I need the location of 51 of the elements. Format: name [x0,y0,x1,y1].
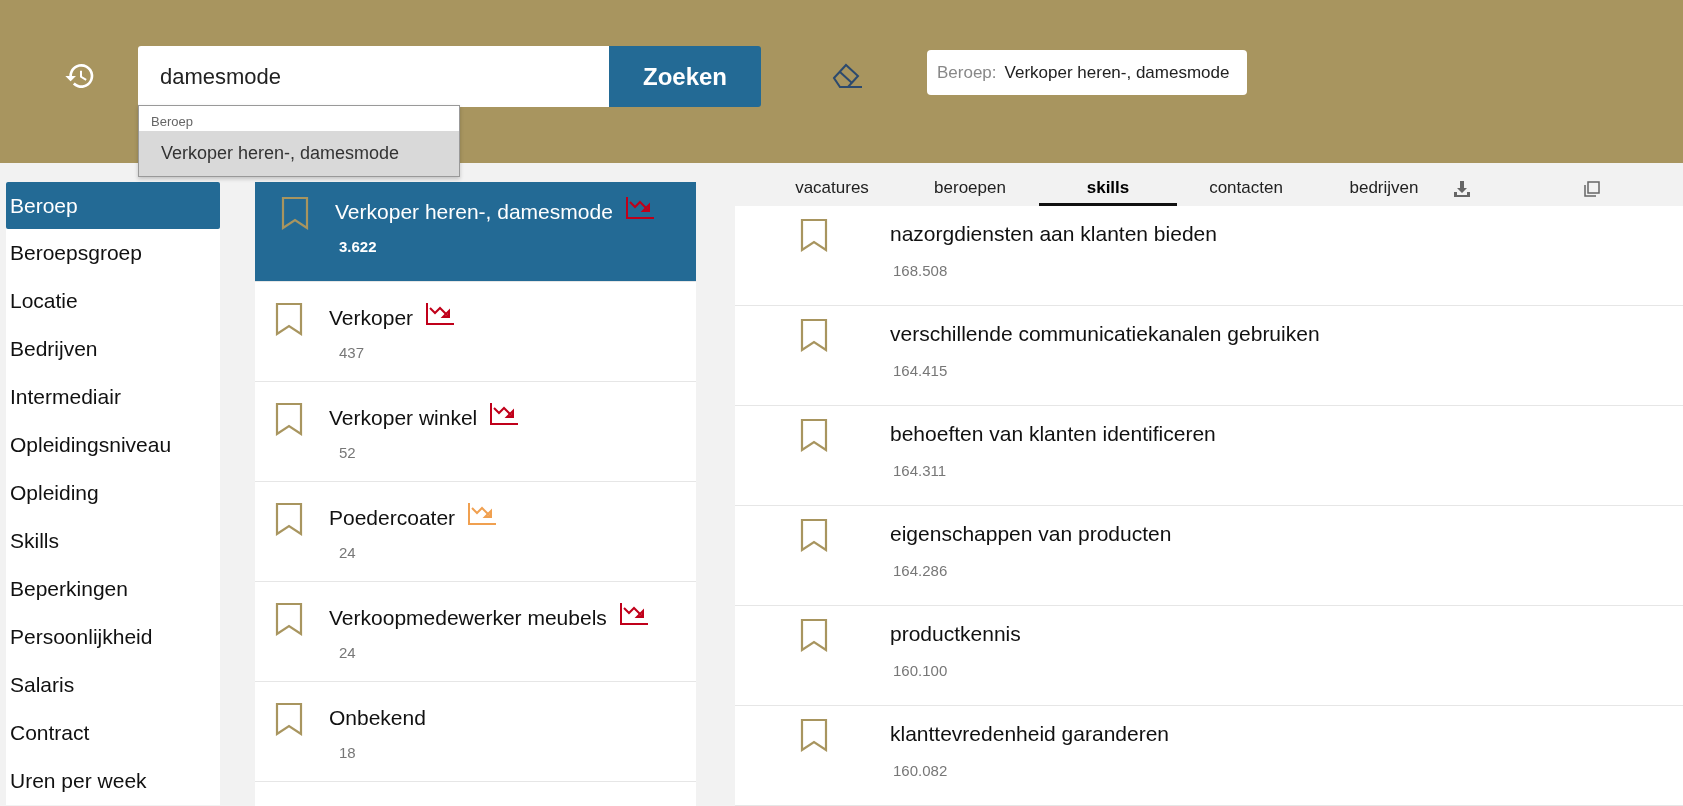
bookmark-icon[interactable] [800,218,828,252]
occupation-name: Verkoper [329,305,414,330]
suggestion-group-label: Beroep [150,113,194,131]
filter-label: Beroep: [937,62,997,83]
download-icon [1453,180,1471,198]
bookmark-icon[interactable] [275,302,303,336]
bookmark-icon[interactable] [800,318,828,352]
occupation-count: 437 [339,344,366,361]
skill-count: 168.508 [893,262,949,279]
sidebar-item[interactable]: Beroep [6,182,220,229]
skill-count: 164.286 [893,562,949,579]
search-button[interactable]: Zoeken [609,46,761,107]
skill-name: verschillende communicatiekanalen gebruiken [890,321,1320,346]
suggestion-item[interactable]: Verkoper heren-, damesmode [139,131,459,176]
occupation-count: 52 [339,444,357,461]
bookmark-icon[interactable] [275,502,303,536]
eraser-icon [830,61,864,91]
occupation-name: Verkoper heren-, damesmode [335,199,613,224]
occupation-count: 24 [339,544,357,561]
bookmark-icon[interactable] [281,196,309,230]
skill-count: 160.082 [893,762,949,779]
filter-value: Verkoper heren-, damesmode [1004,62,1230,83]
search-field[interactable]: damesmode [138,46,609,107]
bookmark-icon[interactable] [800,718,828,752]
occupation-count: 18 [339,744,357,761]
bookmark-icon[interactable] [275,602,303,636]
occupation-row[interactable]: Verkoper heren-, damesmode 3.622 [255,182,696,282]
occupation-count: 3.622 [339,238,378,255]
tab[interactable]: contacten [1177,172,1315,206]
skill-count: 164.415 [893,362,949,379]
bookmark-icon[interactable] [800,618,828,652]
occupation-name: Poedercoater [329,505,456,530]
occupation-count: 24 [339,644,357,661]
tab[interactable]: beroepen [901,172,1039,206]
skill-name: behoeften van klanten identificeren [890,421,1216,446]
bookmark-icon[interactable] [800,418,828,452]
copy-icon [1583,180,1601,198]
skill-name: klanttevredenheid garanderen [890,721,1170,746]
skill-name: nazorgdiensten aan klanten bieden [890,221,1217,246]
occupation-name: Onbekend [329,705,426,730]
tab[interactable]: vacatures [763,172,901,206]
skill-name: productkennis [890,621,1021,646]
skill-count: 164.311 [893,462,948,479]
tab[interactable]: bedrijven [1315,172,1453,206]
occupation-name: Verkoper winkel [329,405,478,430]
skill-name: eigenschappen van producten [890,521,1172,546]
occupation-name: Verkoopmedewerker meubels [329,605,607,630]
bookmark-icon[interactable] [800,518,828,552]
bookmark-icon[interactable] [275,402,303,436]
skill-count: 160.100 [893,662,949,679]
bookmark-icon[interactable] [275,702,303,736]
